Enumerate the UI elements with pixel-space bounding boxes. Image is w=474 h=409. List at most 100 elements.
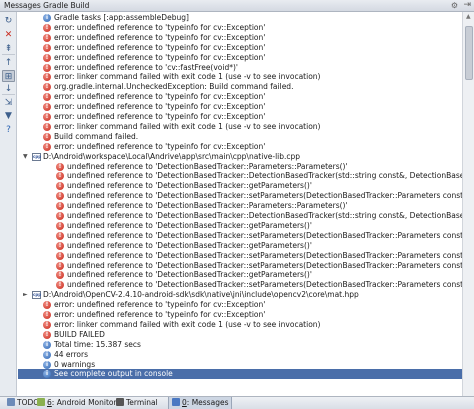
message-row[interactable]: i0 warnings — [18, 360, 462, 370]
error-icon: ! — [56, 202, 64, 211]
tab-android-monitor[interactable]: 6: Android Monitor — [34, 397, 120, 409]
error-icon: ! — [43, 33, 51, 42]
error-icon: ! — [56, 221, 64, 230]
message-text: undefined reference to 'DetectionBasedTr… — [67, 181, 312, 191]
file-group-row[interactable]: ► cpp D:\Android\OpenCV-2.4.10-android-sdk… — [18, 290, 462, 300]
message-row[interactable]: ! undefined reference to 'DetectionBasedT… — [18, 280, 462, 290]
message-row[interactable]: ! undefined reference to 'DetectionBasedT… — [18, 251, 462, 261]
error-icon: ! — [56, 231, 64, 240]
message-text: error: linker command failed with exit c… — [54, 319, 321, 329]
message-row[interactable]: ! undefined reference to 'DetectionBasedT… — [18, 171, 462, 181]
android-monitor-icon — [37, 398, 45, 406]
tab-label: : Messages — [186, 398, 229, 407]
error-icon: ! — [43, 93, 51, 102]
message-row[interactable]: ! org.gradle.internal.UncheckedException:… — [18, 82, 462, 92]
error-icon: ! — [43, 122, 51, 131]
file-icon: cpp — [32, 152, 42, 161]
vertical-scrollbar[interactable]: ▲ — [462, 12, 474, 396]
message-row[interactable]: ! error: undefined reference to 'typeinfo… — [18, 53, 462, 63]
message-row[interactable]: ! undefined reference to 'DetectionBasedT… — [18, 201, 462, 211]
message-text: error: linker command failed with exit c… — [54, 72, 321, 82]
error-icon: ! — [43, 320, 51, 329]
message-text: error: undefined reference to 'typeinfo … — [54, 92, 266, 102]
error-icon: ! — [56, 172, 64, 181]
message-row[interactable]: ! undefined reference to 'DetectionBasedT… — [18, 261, 462, 271]
message-row[interactable]: ! error: undefined reference to 'typeinfo… — [18, 92, 462, 102]
message-text: Gradle tasks [:app:assembleDebug] — [54, 13, 189, 22]
message-row[interactable]: ! BUILD FAILED — [18, 330, 462, 340]
message-text: Total time: 15.387 secs — [54, 339, 141, 349]
message-row[interactable]: ! undefined reference to 'DetectionBasedT… — [18, 241, 462, 251]
message-row[interactable]: ! error: undefined reference to 'typeinfo… — [18, 23, 462, 33]
message-row[interactable]: ! error: undefined reference to 'typeinfo… — [18, 310, 462, 320]
rerun-icon[interactable]: ↻ — [2, 15, 15, 27]
tab-messages[interactable]: 0: Messages — [168, 397, 233, 409]
message-text: undefined reference to 'DetectionBasedTr… — [67, 191, 462, 201]
message-row[interactable]: ! error: undefined reference to 'typeinfo… — [18, 300, 462, 310]
scroll-up-icon[interactable]: ▲ — [466, 13, 471, 20]
error-icon: ! — [56, 241, 64, 250]
message-row[interactable]: ! error: undefined reference to 'typeinfo… — [18, 142, 462, 152]
funnel-icon[interactable]: ▼ — [2, 110, 15, 122]
message-row[interactable]: ! error: undefined reference to 'cv::fast… — [18, 63, 462, 73]
error-icon: ! — [43, 301, 51, 310]
message-row[interactable]: ! error: undefined reference to 'typeinfo… — [18, 43, 462, 53]
error-icon: ! — [43, 53, 51, 62]
message-row[interactable]: i 44 errors — [18, 350, 462, 360]
message-row[interactable]: ! undefined reference to 'DetectionBasedT… — [18, 191, 462, 201]
message-text: error: undefined reference to 'cv::fastF… — [54, 62, 238, 72]
expand-arrow-icon[interactable]: ▼ — [23, 152, 28, 162]
help-icon[interactable]: ? — [2, 124, 15, 136]
message-text: error: undefined reference to 'typeinfo … — [54, 52, 266, 62]
error-icon: ! — [56, 271, 64, 280]
message-text: 0 warnings — [54, 359, 96, 369]
file-group-row[interactable]: ▼ cpp D:\Android\workspace\Local\Andrive\a… — [18, 152, 462, 162]
message-row[interactable]: ! error: undefined reference to 'typeinfo… — [18, 102, 462, 112]
messages-list[interactable]: i Gradle tasks [:app:assembleDebug]! error… — [18, 12, 462, 396]
error-icon: ! — [43, 113, 51, 121]
tool-window-title-bar: Messages Gradle Build ⚙ ⇥ — [0, 0, 474, 12]
tab-label: : Android Monitor — [51, 398, 117, 407]
message-row[interactable]: i Total time: 15.387 secs — [18, 340, 462, 350]
up-arrow-icon[interactable]: ↑ — [2, 57, 15, 69]
close-icon[interactable]: ✕ — [2, 29, 15, 41]
error-icon: ! — [56, 251, 64, 260]
message-row[interactable]: ! undefined reference to 'DetectionBasedT… — [18, 221, 462, 231]
hide-panel-icon[interactable]: ⇥ — [463, 0, 471, 10]
error-icon: ! — [56, 281, 64, 290]
error-icon: ! — [43, 63, 51, 72]
message-row[interactable]: ! undefined reference to 'DetectionBasedT… — [18, 181, 462, 191]
message-row[interactable]: ! error: undefined reference to 'typeinfo… — [18, 112, 462, 122]
scrollbar-thumb[interactable] — [465, 26, 473, 80]
message-text: undefined reference to 'DetectionBasedTr… — [67, 270, 312, 280]
message-row[interactable]: ! undefined reference to 'DetectionBasedT… — [18, 231, 462, 241]
message-row[interactable]: ! undefined reference to 'DetectionBasedT… — [18, 211, 462, 221]
message-text: undefined reference to 'DetectionBasedTr… — [67, 171, 462, 181]
error-icon: ! — [43, 330, 51, 339]
message-row[interactable]: i Gradle tasks [:app:assembleDebug] — [18, 13, 462, 23]
error-icon: ! — [43, 103, 51, 112]
gear-icon[interactable]: ⚙ — [451, 1, 458, 10]
error-icon: ! — [56, 182, 64, 191]
message-row[interactable]: ! error: undefined reference to 'typeinfo… — [18, 33, 462, 43]
message-row[interactable]: ! undefined reference to 'DetectionBasedT… — [18, 270, 462, 280]
tab-terminal[interactable]: Terminal — [113, 397, 161, 409]
export-icon[interactable]: ⇲ — [2, 97, 15, 109]
collapsed-arrow-icon[interactable]: ► — [23, 290, 28, 300]
message-row[interactable]: ! error: linker command failed with exit … — [18, 72, 462, 82]
filter-icon[interactable]: ⊞ — [2, 70, 15, 82]
message-row[interactable]: i See complete output in console — [18, 369, 462, 380]
toolbar-separator — [2, 94, 15, 95]
error-icon: ! — [56, 261, 64, 270]
message-text: error: undefined reference to 'typeinfo … — [54, 310, 266, 319]
message-row[interactable]: ! error: linker command failed with exit … — [18, 320, 462, 330]
message-text: BUILD FAILED — [54, 329, 105, 339]
error-icon: ! — [43, 83, 51, 92]
message-row[interactable]: ! Build command failed. — [18, 132, 462, 142]
message-text: error: undefined reference to 'typeinfo … — [54, 42, 266, 52]
message-text: error: undefined reference to 'typeinfo … — [54, 32, 266, 42]
message-row[interactable]: ! undefined reference to 'DetectionBasedT… — [18, 162, 462, 172]
message-text: undefined reference to 'DetectionBasedTr… — [67, 201, 348, 211]
message-row[interactable]: ! error: linker command failed with exit … — [18, 122, 462, 132]
todo-icon — [7, 398, 15, 406]
